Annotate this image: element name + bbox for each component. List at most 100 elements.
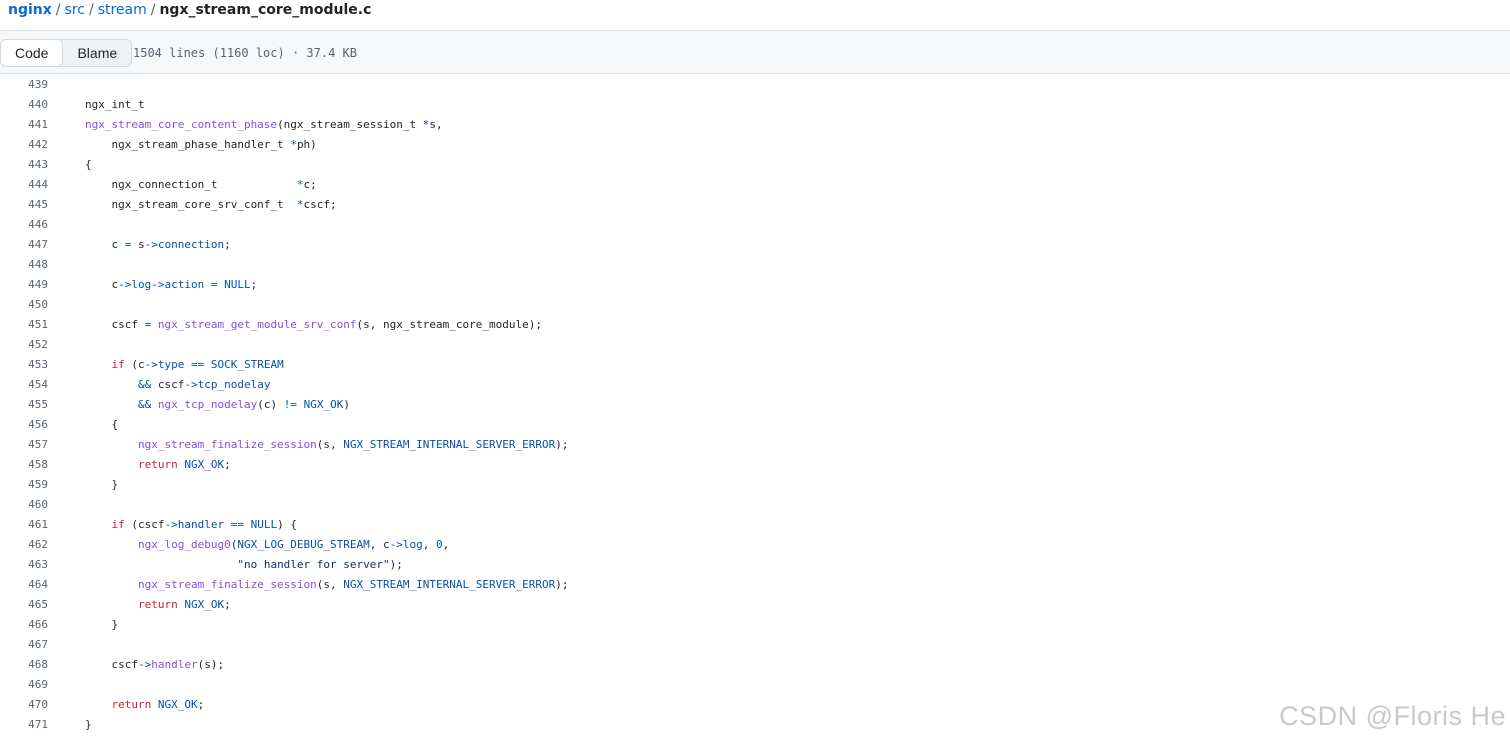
code-content (48, 75, 85, 95)
line-number[interactable]: 457 (0, 435, 48, 455)
code-token: ; (197, 698, 205, 711)
code-line: 447 c = s->connection; (0, 235, 1510, 255)
code-token: cscf; (303, 198, 337, 211)
line-number[interactable]: 462 (0, 535, 48, 555)
code-token: ngx_stream_finalize_session (137, 438, 317, 451)
code-token: , c (369, 538, 390, 551)
code-content (48, 215, 85, 235)
line-number[interactable]: 444 (0, 175, 48, 195)
code-token: ; (224, 458, 231, 471)
code-token: cscf (151, 378, 185, 391)
line-number[interactable]: 461 (0, 515, 48, 535)
code-content: "no handler for server"); (48, 555, 403, 575)
code-token: (c (124, 358, 145, 371)
code-line: 450 (0, 295, 1510, 315)
code-line: 445 ngx_stream_core_srv_conf_t *cscf; (0, 195, 1510, 215)
line-number[interactable]: 464 (0, 575, 48, 595)
line-number[interactable]: 467 (0, 635, 48, 655)
code-content: && cscf->tcp_nodelay (48, 375, 270, 395)
code-token: ); (555, 578, 569, 591)
code-token: "no handler for server" (237, 558, 390, 571)
code-token: ) { (277, 518, 297, 531)
code-token: -> (184, 378, 198, 391)
code-line: 453 if (c->type == SOCK_STREAM (0, 355, 1510, 375)
code-token: NULL (224, 278, 251, 291)
code-content: c->log->action = NULL; (48, 275, 257, 295)
line-number[interactable]: 456 (0, 415, 48, 435)
line-number[interactable]: 447 (0, 235, 48, 255)
line-number[interactable]: 458 (0, 455, 48, 475)
code-token: c (85, 278, 119, 291)
code-token: ngx_int_t (85, 98, 145, 111)
line-number[interactable]: 452 (0, 335, 48, 355)
code-line: 451 cscf = ngx_stream_get_module_srv_con… (0, 315, 1510, 335)
code-token: (s); (197, 658, 225, 671)
code-content (48, 255, 85, 275)
code-content (48, 635, 85, 655)
line-number[interactable]: 449 (0, 275, 48, 295)
code-token: ngx_stream_core_srv_conf_t (85, 198, 297, 211)
code-token: && (137, 378, 152, 391)
line-number[interactable]: 442 (0, 135, 48, 155)
code-token: ) (343, 398, 350, 411)
line-number[interactable]: 451 (0, 315, 48, 335)
line-number[interactable]: 454 (0, 375, 48, 395)
line-number[interactable]: 455 (0, 395, 48, 415)
code-token: (s, ngx_stream_core_module); (356, 318, 542, 331)
tab-code[interactable]: Code (0, 39, 64, 67)
line-number[interactable]: 443 (0, 155, 48, 175)
code-token: -> (144, 358, 158, 371)
line-number[interactable]: 446 (0, 215, 48, 235)
code-token: handler (151, 658, 198, 671)
code-token: type (157, 358, 185, 371)
code-token: ); (555, 438, 569, 451)
breadcrumb-repo-link[interactable]: nginx (8, 2, 52, 18)
breadcrumb-stream-link[interactable]: stream (98, 2, 147, 18)
line-number[interactable]: 471 (0, 715, 48, 735)
code-token: c (85, 238, 125, 251)
line-number[interactable]: 448 (0, 255, 48, 275)
code-line: 459 } (0, 475, 1510, 495)
line-number[interactable]: 439 (0, 75, 48, 95)
breadcrumb-separator: / (150, 2, 156, 18)
code-line: 440 ngx_int_t (0, 95, 1510, 115)
code-token: ; (224, 598, 231, 611)
line-number[interactable]: 450 (0, 295, 48, 315)
line-number[interactable]: 440 (0, 95, 48, 115)
code-token: NGX_OK (157, 698, 198, 711)
line-number[interactable]: 459 (0, 475, 48, 495)
breadcrumb-separator: / (55, 2, 61, 18)
line-number[interactable]: 466 (0, 615, 48, 635)
code-token: ph) (296, 138, 317, 151)
tab-blame[interactable]: Blame (63, 40, 131, 66)
code-token: { (85, 418, 119, 431)
code-content: cscf = ngx_stream_get_module_srv_conf(s,… (48, 315, 542, 335)
line-number[interactable]: 470 (0, 695, 48, 715)
code-token: { (85, 158, 92, 171)
line-number[interactable]: 445 (0, 195, 48, 215)
code-token: , (422, 538, 437, 551)
code-content: } (48, 615, 118, 635)
breadcrumb-src-link[interactable]: src (65, 2, 85, 18)
line-number[interactable]: 465 (0, 595, 48, 615)
line-number[interactable]: 469 (0, 675, 48, 695)
code-line: 462 ngx_log_debug0(NGX_LOG_DEBUG_STREAM,… (0, 535, 1510, 555)
code-content: ngx_stream_finalize_session(s, NGX_STREA… (48, 435, 568, 455)
code-content: return NGX_OK; (48, 595, 231, 615)
code-content: { (48, 415, 118, 435)
code-token: -> (118, 278, 132, 291)
code-token: NULL (250, 518, 278, 531)
line-number[interactable]: 453 (0, 355, 48, 375)
code-token: SOCK_STREAM (210, 358, 284, 371)
line-number[interactable]: 441 (0, 115, 48, 135)
line-number[interactable]: 468 (0, 655, 48, 675)
line-number[interactable]: 460 (0, 495, 48, 515)
line-number[interactable]: 463 (0, 555, 48, 575)
